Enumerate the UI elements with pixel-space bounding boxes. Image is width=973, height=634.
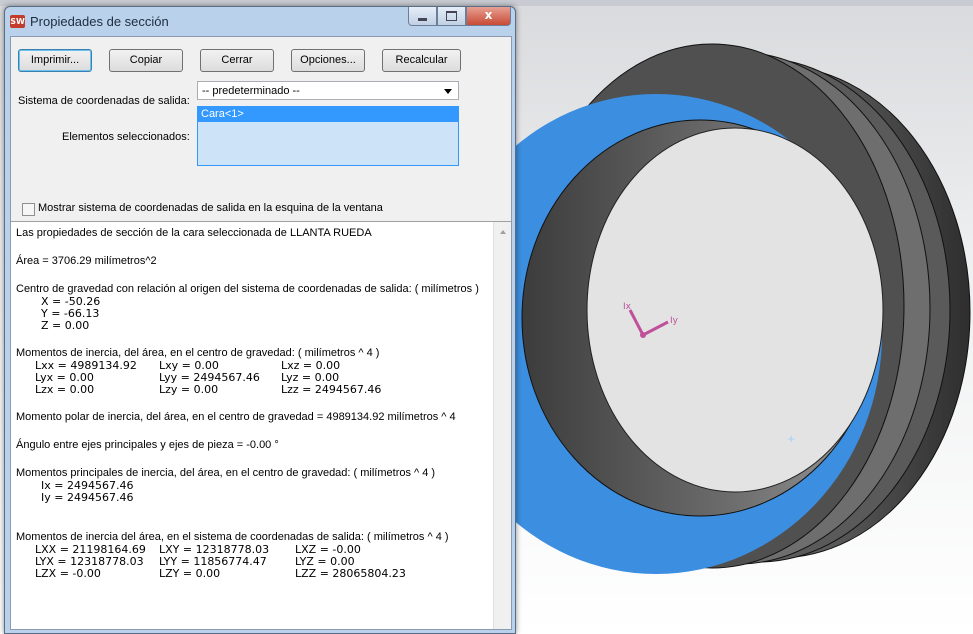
chevron-down-icon	[444, 89, 452, 94]
coord-system-label: Sistema de coordenadas de salida:	[18, 95, 190, 107]
copy-button[interactable]: Copiar	[109, 49, 183, 72]
principal-header: Momentos principales de inercia, del áre…	[16, 467, 436, 479]
polar-moment: Momento polar de inercia, del área, en e…	[16, 411, 456, 423]
solidworks-app-icon: SW	[10, 15, 25, 28]
cg-z: Z = 0.00	[41, 319, 90, 332]
inertia-out-header: Momentos de inercia del área, en el sist…	[16, 531, 449, 543]
coord-system-value: -- predeterminado --	[202, 85, 300, 97]
area-value: Área = 3706.29 milímetros^2	[16, 255, 157, 267]
principal-iy: Iy = 2494567.46	[41, 491, 134, 504]
inertia-cell: Lzx = 0.00	[35, 383, 95, 396]
recalculate-button[interactable]: Recalcular	[382, 49, 461, 72]
inertia-out-cell: LZZ = 28065804.23	[295, 567, 406, 580]
list-item[interactable]: Cara<1>	[198, 107, 458, 122]
coord-system-select[interactable]: -- predeterminado --	[197, 81, 459, 100]
close-button[interactable]: Cerrar	[200, 49, 274, 72]
triad-y-label: Iy	[670, 316, 679, 326]
results-header: Las propiedades de sección de la cara se…	[16, 227, 372, 239]
window-title: Propiedades de sección	[30, 14, 169, 29]
minimize-button[interactable]	[408, 7, 437, 26]
inertia-cell: Lzz = 2494567.46	[281, 383, 382, 396]
close-icon: x	[484, 8, 493, 22]
close-window-button[interactable]: x	[466, 7, 511, 26]
show-coord-checkbox-label[interactable]: Mostrar sistema de coordenadas de salida…	[38, 202, 383, 214]
show-coord-checkbox[interactable]	[22, 203, 35, 216]
triad-x-label: Ix	[623, 302, 632, 312]
print-button[interactable]: Imprimir...	[18, 49, 92, 72]
dialog-client: Imprimir... Copiar Cerrar Opciones... Re…	[10, 36, 512, 630]
principal-axes-angle: Ángulo entre ejes principales y ejes de …	[16, 439, 279, 451]
cg-header: Centro de gravedad con relación al orige…	[16, 283, 479, 295]
inertia-cg-header: Momentos de inercia, del área, en el cen…	[16, 347, 380, 359]
inertia-out-cell: LZY = 0.00	[159, 567, 221, 580]
selected-items-label: Elementos seleccionados:	[62, 131, 190, 143]
section-properties-dialog: SW Propiedades de sección x Imprimir... …	[4, 6, 516, 634]
selected-items-list[interactable]: Cara<1>	[197, 106, 459, 166]
minimize-icon	[418, 18, 427, 21]
scroll-up-icon[interactable]	[500, 230, 506, 234]
title-bar[interactable]: SW Propiedades de sección x	[5, 7, 515, 36]
maximize-button[interactable]	[437, 7, 466, 26]
results-scrollbar[interactable]	[493, 222, 511, 629]
svg-text:+: +	[787, 434, 795, 445]
options-button[interactable]: Opciones...	[291, 49, 365, 72]
inertia-out-cell: LZX = -0.00	[35, 567, 101, 580]
inertia-cell: Lzy = 0.00	[159, 383, 219, 396]
results-text-area[interactable]: Las propiedades de sección de la cara se…	[11, 221, 511, 629]
maximize-icon	[446, 11, 457, 21]
